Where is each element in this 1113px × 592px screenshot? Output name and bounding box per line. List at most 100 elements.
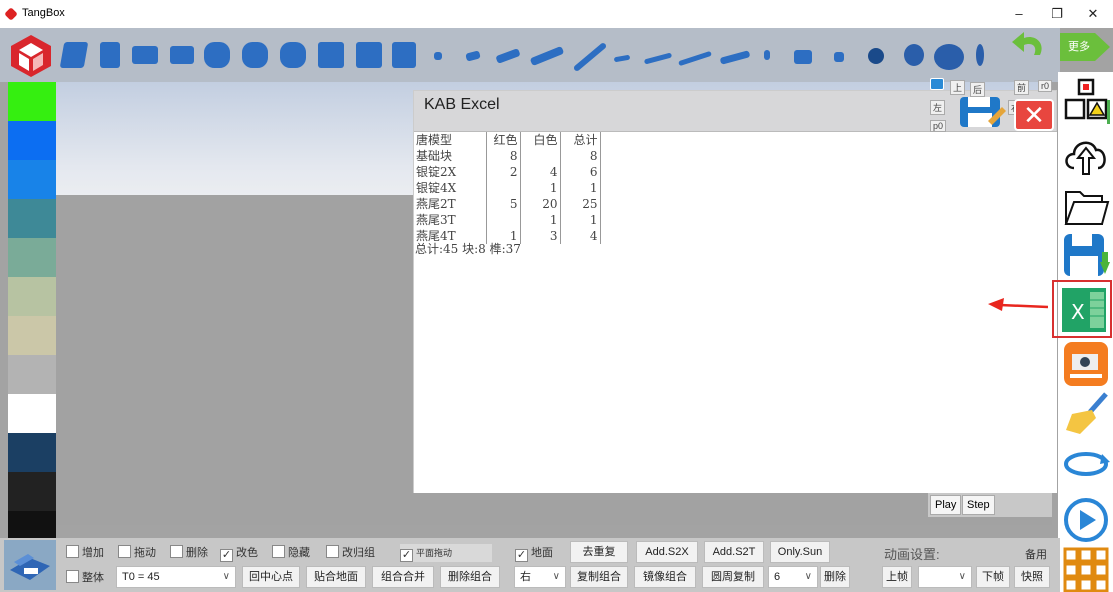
color-swatch[interactable]	[8, 316, 56, 355]
excel-dialog: KAB Excel 唐模型 红色 白色 总计 基础块 8 8 银锭2X 2 4 6 银锭4X 1…	[413, 90, 1057, 493]
recolor-checkbox[interactable]: ✓ 改色	[220, 544, 258, 562]
layout-icon[interactable]	[1062, 78, 1110, 126]
part-stick-3-icon[interactable]	[678, 50, 712, 67]
color-swatch[interactable]	[8, 277, 56, 316]
add-s2x-button[interactable]: Add.S2X	[636, 541, 698, 563]
part-peg-1-icon[interactable]	[434, 52, 442, 60]
part-block-7-icon[interactable]	[280, 42, 306, 68]
color-swatch[interactable]	[8, 160, 56, 199]
save-download-icon[interactable]	[1062, 232, 1110, 280]
color-swatch[interactable]	[8, 355, 56, 394]
hide-checkbox[interactable]: 隐藏	[272, 544, 310, 562]
grid-menu-icon[interactable]	[1062, 546, 1110, 592]
table-cell: 1	[560, 212, 601, 228]
copy-group-button[interactable]: 复制组合	[570, 566, 628, 588]
part-block-2-icon[interactable]	[100, 42, 120, 68]
part-block-5-icon[interactable]	[204, 42, 230, 68]
part-small-icon[interactable]	[834, 52, 844, 62]
color-swatch[interactable]	[8, 433, 56, 472]
part-stick-2-icon[interactable]	[643, 52, 673, 65]
part-stick-4-icon[interactable]	[719, 50, 751, 65]
table-cell: 5	[486, 196, 521, 212]
part-stick-1-icon[interactable]	[613, 54, 631, 63]
table-row: 燕尾2T 5 20 25	[414, 196, 601, 212]
checkbox-label: 改色	[236, 547, 258, 559]
ground-checkbox[interactable]: ✓ 地面	[515, 544, 553, 562]
view-left-button[interactable]: 左	[930, 100, 946, 115]
next-frame-button[interactable]: 下帧	[976, 566, 1010, 588]
view-top-button[interactable]: 上	[950, 80, 966, 95]
table-row: 银锭4X 1 1	[414, 180, 601, 196]
color-swatch[interactable]	[8, 121, 56, 160]
color-swatch[interactable]	[8, 199, 56, 238]
part-peg-2-icon[interactable]	[465, 50, 481, 62]
direction-select[interactable]: 右 ∨	[514, 566, 566, 588]
color-swatch[interactable]	[8, 238, 56, 277]
only-sun-button[interactable]: Only.Sun	[770, 541, 830, 563]
delete-checkbox[interactable]: 删除	[170, 544, 208, 562]
assembly-thumbnail-icon[interactable]	[4, 540, 56, 590]
undo-icon[interactable]	[1010, 30, 1050, 60]
add-checkbox[interactable]: 增加	[66, 544, 104, 562]
snapshot-button[interactable]: 快照	[1014, 566, 1050, 588]
play-icon[interactable]	[1062, 496, 1110, 544]
rotate-icon[interactable]	[1062, 440, 1110, 488]
color-swatch[interactable]	[8, 394, 56, 433]
regroup-checkbox[interactable]: 改归组	[326, 544, 375, 562]
count-select[interactable]: 6 ∨	[768, 566, 818, 588]
part-elbow-icon[interactable]	[794, 50, 812, 64]
t0-select[interactable]: T0 = 45 ∨	[116, 566, 236, 588]
part-block-10-icon[interactable]	[392, 42, 416, 68]
table-cell: 25	[560, 196, 601, 212]
part-gear-icon[interactable]	[934, 44, 964, 70]
frame-select[interactable]: ∨	[918, 566, 972, 588]
t0-value: T0 = 45	[122, 571, 160, 583]
plane-drag-checkbox[interactable]: ✓ 平面拖动	[400, 544, 493, 562]
recenter-button[interactable]: 回中心点	[242, 566, 300, 588]
dialog-close-icon[interactable]: ✕	[1014, 99, 1054, 131]
clear-broom-icon[interactable]	[1062, 390, 1110, 438]
table-cell	[486, 212, 521, 228]
play-button[interactable]: Play	[930, 495, 962, 515]
mirror-group-button[interactable]: 镜像组合	[634, 566, 696, 588]
part-block-6-icon[interactable]	[242, 42, 268, 68]
cloud-upload-icon[interactable]	[1062, 130, 1110, 178]
folder-open-icon[interactable]	[1062, 182, 1110, 230]
view-r0-button[interactable]: r0	[1038, 80, 1053, 92]
part-block-4-icon[interactable]	[170, 46, 194, 64]
add-s2t-button[interactable]: Add.S2T	[704, 541, 764, 563]
save-icon[interactable]	[958, 95, 1008, 129]
part-rod-1-icon[interactable]	[495, 48, 521, 64]
close-window-button[interactable]: ✕	[1078, 3, 1108, 25]
part-cylinder-icon[interactable]	[904, 44, 924, 66]
camera-view-icon[interactable]	[930, 78, 944, 90]
screenshot-icon[interactable]	[1062, 340, 1110, 388]
part-round-icon[interactable]	[868, 48, 884, 64]
view-p0-button[interactable]: p0	[930, 120, 947, 132]
step-button[interactable]: Step	[962, 495, 995, 515]
minimize-button[interactable]: –	[1004, 3, 1034, 25]
part-block-1-icon[interactable]	[59, 42, 89, 68]
circular-copy-button[interactable]: 圆周复制	[702, 566, 764, 588]
excel-export-button[interactable]: X	[1052, 280, 1112, 338]
part-block-3-icon[interactable]	[132, 46, 158, 64]
part-rod-2-icon[interactable]	[529, 45, 565, 67]
delete-group-button[interactable]: 删除组合	[440, 566, 500, 588]
tangbox-logo-icon[interactable]	[8, 33, 54, 79]
prev-frame-button[interactable]: 上帧	[882, 566, 912, 588]
restore-button[interactable]: ❐	[1042, 3, 1072, 25]
merge-group-button[interactable]: 组合合并	[372, 566, 434, 588]
part-partial-icon[interactable]	[976, 44, 984, 66]
part-block-8-icon[interactable]	[318, 42, 344, 68]
whole-checkbox[interactable]: 整体	[66, 569, 104, 587]
part-rod-3-icon[interactable]	[572, 41, 608, 73]
remove-button[interactable]: 删除	[820, 566, 850, 588]
stick-ground-button[interactable]: 贴合地面	[306, 566, 366, 588]
part-block-9-icon[interactable]	[356, 42, 382, 68]
dedupe-button[interactable]: 去重复	[570, 541, 628, 563]
color-swatch[interactable]	[8, 82, 56, 121]
view-front-button[interactable]: 前	[1014, 80, 1030, 95]
color-swatch[interactable]	[8, 472, 56, 511]
drag-checkbox[interactable]: 拖动	[118, 544, 156, 562]
part-pin-icon[interactable]	[764, 50, 770, 60]
